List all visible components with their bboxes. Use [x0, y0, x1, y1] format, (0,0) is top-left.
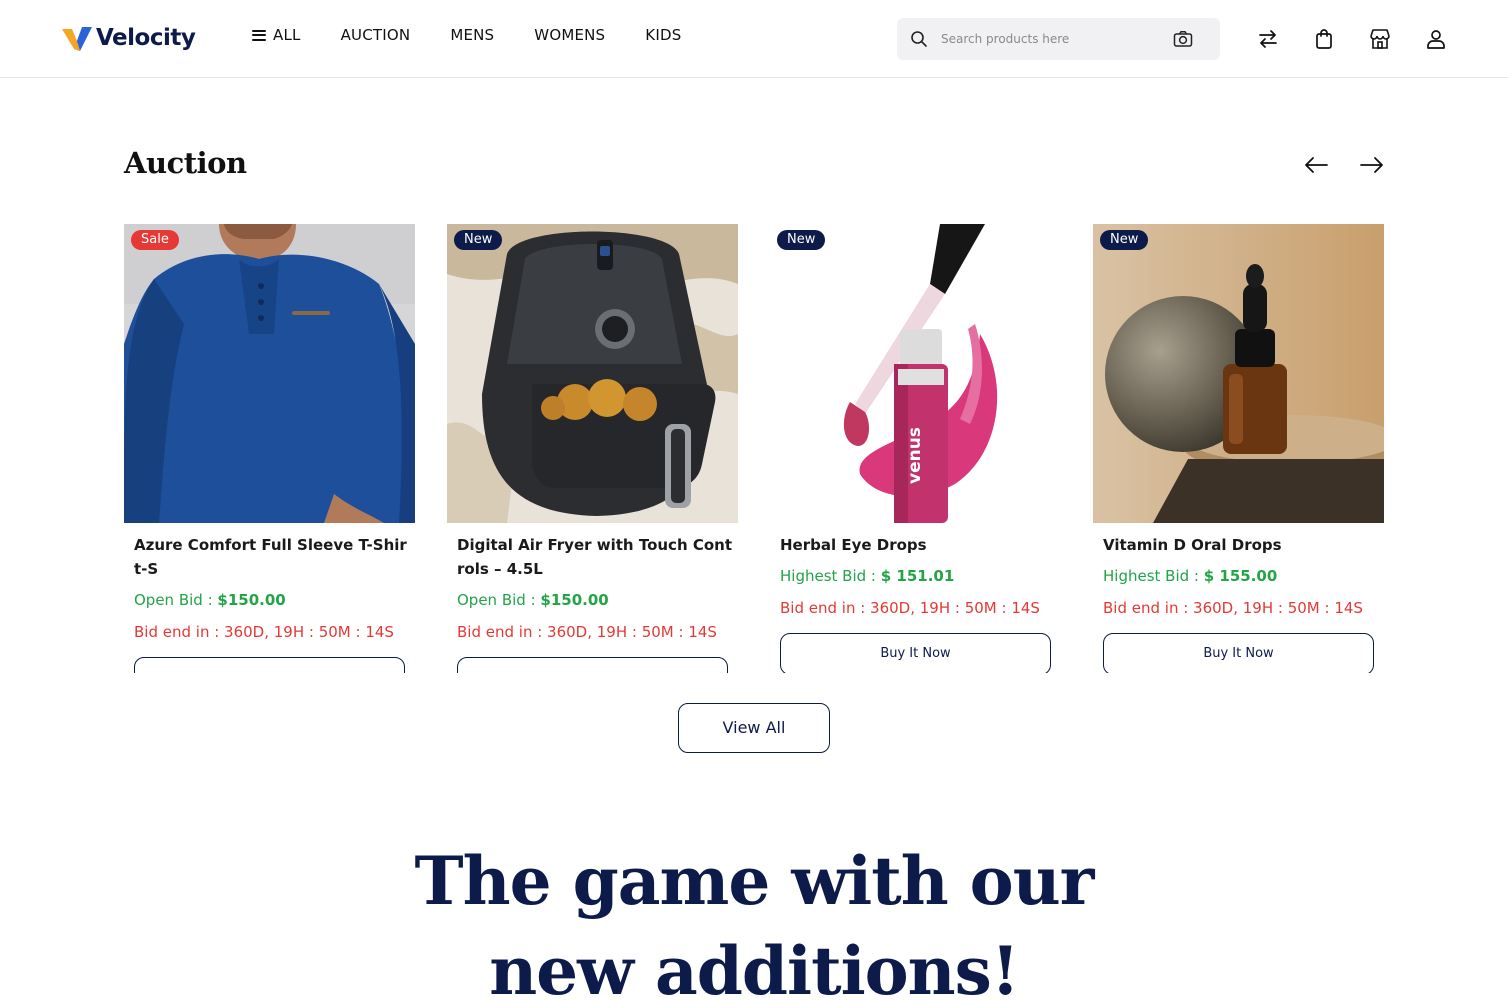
buy-it-now-button[interactable]: Buy It Now — [1103, 633, 1374, 673]
bid-end-countdown: Bid end in : 360D, 19H : 50M : 14S — [780, 599, 1040, 617]
product-title[interactable]: Digital Air Fryer with Touch Controls – … — [457, 533, 732, 581]
product-image-air-fryer[interactable]: New — [447, 224, 738, 523]
camera-icon[interactable] — [1173, 30, 1193, 48]
headline-line-1: The game with our — [414, 842, 1095, 920]
brand-logo[interactable]: Velocity — [60, 22, 196, 54]
nav-auction[interactable]: AUCTION — [341, 26, 411, 44]
product-card[interactable]: Sale Azure Comfort Full Sleeve T-Shirt-S… — [124, 224, 415, 673]
headline-line-2: new additions! — [489, 932, 1020, 1000]
bid-label: Highest Bid : — [780, 567, 876, 585]
next-arrow-icon[interactable] — [1359, 154, 1385, 176]
product-title[interactable]: Azure Comfort Full Sleeve T-Shirt-S — [134, 533, 409, 581]
bid-end-countdown: Bid end in : 360D, 19H : 50M : 14S — [1103, 599, 1363, 617]
bid-value: $150.00 — [540, 591, 609, 609]
product-title[interactable]: Vitamin D Oral Drops — [1103, 533, 1378, 557]
product-title[interactable]: Herbal Eye Drops — [780, 533, 1055, 557]
bid-info: Open Bid : $150.00 — [457, 591, 609, 609]
product-card[interactable]: New Vitamin D Oral Drops Highest Bid : $… — [1093, 224, 1384, 673]
lip-gloss-image: venus — [770, 224, 1061, 523]
air-fryer-image — [447, 224, 738, 523]
buy-it-now-button[interactable] — [457, 657, 728, 673]
product-card[interactable]: venus New Herbal Eye Drops Highest Bid :… — [770, 224, 1061, 673]
product-image-lip-gloss[interactable]: venus New — [770, 224, 1061, 523]
main-nav: ALL AUCTION MENS WOMENS KIDS — [252, 26, 721, 44]
nav-womens[interactable]: WOMENS — [534, 26, 605, 44]
bid-value: $ 151.01 — [880, 567, 955, 585]
bid-label: Highest Bid : — [1103, 567, 1199, 585]
dropper-bottle-image — [1093, 224, 1384, 523]
product-card[interactable]: New Digital Air Fryer with Touch Control… — [447, 224, 738, 673]
bid-label: Open Bid : — [457, 591, 536, 609]
user-icon[interactable] — [1424, 27, 1448, 51]
search-input[interactable] — [941, 28, 1161, 50]
bid-end-countdown: Bid end in : 360D, 19H : 50M : 14S — [134, 623, 394, 641]
bid-info: Open Bid : $150.00 — [134, 591, 286, 609]
bid-value: $ 155.00 — [1203, 567, 1278, 585]
view-all-button[interactable]: View All — [678, 703, 830, 753]
bag-icon[interactable] — [1312, 27, 1336, 51]
auction-section-title: Auction — [124, 146, 247, 180]
nav-auction-label: AUCTION — [340, 26, 411, 44]
store-icon[interactable] — [1368, 27, 1392, 51]
product-image-shirt[interactable]: Sale — [124, 224, 415, 523]
nav-kids[interactable]: KIDS — [645, 26, 681, 44]
sale-badge: Sale — [131, 230, 179, 250]
buy-it-now-button[interactable] — [134, 657, 405, 673]
product-image-dropper-bottle[interactable]: New — [1093, 224, 1384, 523]
blue-henley-shirt-image — [124, 224, 415, 523]
bid-label: Open Bid : — [134, 591, 213, 609]
nav-all-label: ALL — [273, 26, 301, 44]
new-badge: New — [777, 230, 826, 250]
nav-mens[interactable]: MENS — [450, 26, 494, 44]
bid-end-countdown: Bid end in : 360D, 19H : 50M : 14S — [457, 623, 717, 641]
bid-value: $150.00 — [217, 591, 286, 609]
bid-info: Highest Bid : $ 155.00 — [1103, 567, 1277, 585]
buy-it-now-button[interactable]: Buy It Now — [780, 633, 1051, 673]
bid-info: Highest Bid : $ 151.01 — [780, 567, 954, 585]
search-icon[interactable] — [910, 30, 928, 48]
nav-womens-label: WOMENS — [534, 26, 606, 44]
compare-icon[interactable] — [1256, 27, 1280, 51]
search-bar — [897, 18, 1220, 60]
prev-arrow-icon[interactable] — [1303, 154, 1329, 176]
brand-name: Velocity — [96, 25, 196, 51]
nav-kids-label: KIDS — [645, 26, 682, 44]
nav-mens-label: MENS — [450, 26, 495, 44]
new-badge: New — [454, 230, 503, 250]
promo-headline: The game with our new additions! — [300, 836, 1208, 1000]
velocity-logo-icon — [62, 27, 92, 51]
new-badge: New — [1100, 230, 1149, 250]
auction-carousel: Sale Azure Comfort Full Sleeve T-Shirt-S… — [124, 224, 1384, 673]
menu-icon — [252, 29, 266, 41]
nav-all[interactable]: ALL — [252, 26, 301, 44]
svg-text:venus: venus — [905, 427, 925, 484]
site-header: Velocity ALL AUCTION MENS WOMENS KIDS — [0, 0, 1508, 78]
